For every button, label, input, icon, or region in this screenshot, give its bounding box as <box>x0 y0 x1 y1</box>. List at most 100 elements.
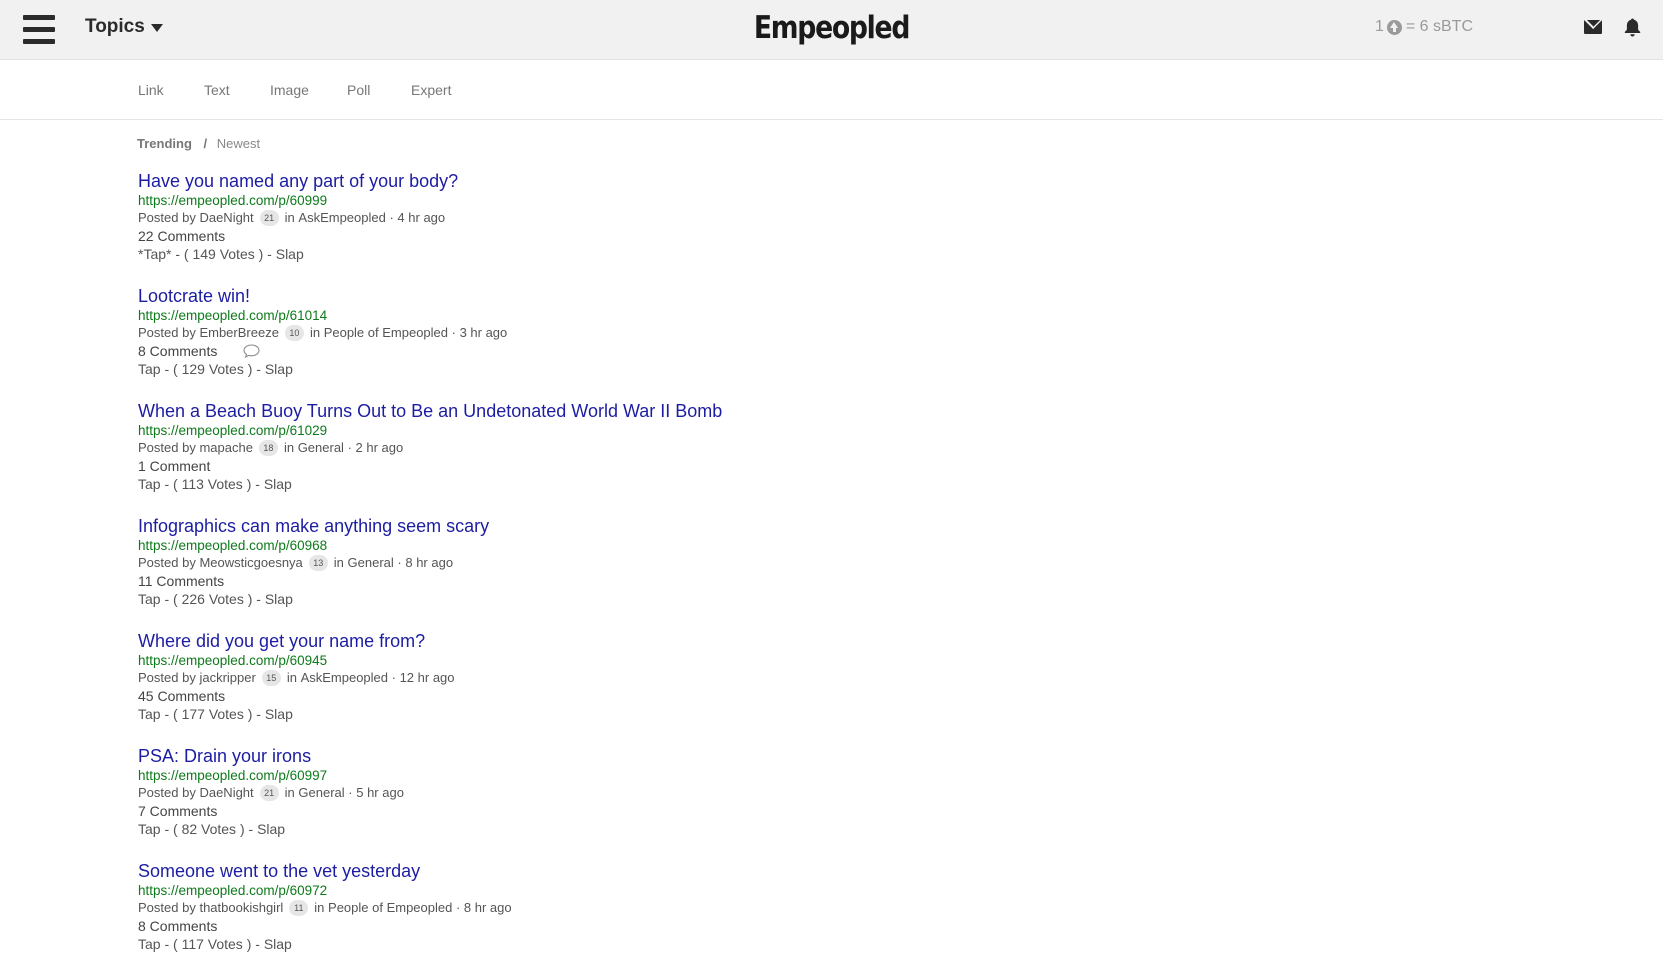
comments-link[interactable]: 7 Comments <box>138 802 217 820</box>
post-comments: 8 Comments <box>138 342 1538 360</box>
tap-button[interactable]: Tap <box>138 821 161 837</box>
post-author[interactable]: jackripper <box>199 669 255 687</box>
post-author[interactable]: Meowsticgoesnya <box>199 554 302 572</box>
post-item: PSA: Drain your irons https://empeopled.… <box>138 746 1538 861</box>
menu-icon[interactable] <box>23 15 55 44</box>
nav-expert[interactable]: Expert <box>411 82 451 98</box>
post-time: · 8 hr ago <box>397 555 454 570</box>
comment-icon[interactable] <box>243 344 260 358</box>
topics-dropdown[interactable]: Topics <box>85 16 163 38</box>
top-header: Topics Empeopled 1 = 6 sBTC <box>0 0 1663 60</box>
post-item: When a Beach Buoy Turns Out to Be an Und… <box>138 401 1538 516</box>
comments-link[interactable]: 22 Comments <box>138 227 225 245</box>
tap-button[interactable]: Tap <box>138 706 161 722</box>
post-title[interactable]: Where did you get your name from? <box>138 631 1538 652</box>
post-list: Have you named any part of your body? ht… <box>138 171 1538 976</box>
post-comments: 7 Comments <box>138 802 1538 820</box>
post-url[interactable]: https://empeopled.com/p/60945 <box>138 652 1538 669</box>
post-title[interactable]: When a Beach Buoy Turns Out to Be an Und… <box>138 401 1538 422</box>
rate-indicator: 1 = 6 sBTC <box>1375 18 1473 36</box>
brand-name[interactable]: Empeopled <box>754 10 911 46</box>
post-author[interactable]: EmberBreeze <box>199 324 278 342</box>
post-title[interactable]: Lootcrate win! <box>138 286 1538 307</box>
post-url[interactable]: https://empeopled.com/p/60972 <box>138 882 1538 899</box>
vote-count: - ( 129 Votes ) - <box>160 361 265 377</box>
post-votes: *Tap* - ( 149 Votes ) - Slap <box>138 245 1538 263</box>
comments-link[interactable]: 11 Comments <box>138 572 224 590</box>
slap-button[interactable]: Slap <box>264 476 292 492</box>
post-title[interactable]: Someone went to the vet yesterday <box>138 861 1538 882</box>
vote-count: - ( 149 Votes ) - <box>171 246 276 262</box>
posted-by-label: Posted by <box>138 555 196 570</box>
post-votes: Tap - ( 177 Votes ) - Slap <box>138 705 1538 723</box>
tap-button[interactable]: Tap <box>138 591 161 607</box>
post-topic[interactable]: People of Empeopled <box>328 899 452 917</box>
tap-button[interactable]: *Tap* <box>138 246 171 262</box>
in-label: in <box>286 670 297 685</box>
comments-link[interactable]: 8 Comments <box>138 342 217 360</box>
post-votes: Tap - ( 129 Votes ) - Slap <box>138 360 1538 378</box>
nav-poll[interactable]: Poll <box>347 82 370 98</box>
post-author[interactable]: DaeNight <box>199 209 253 227</box>
post-topic[interactable]: General <box>348 554 394 572</box>
slap-button[interactable]: Slap <box>265 706 293 722</box>
post-url[interactable]: https://empeopled.com/p/61029 <box>138 422 1538 439</box>
post-votes: Tap - ( 226 Votes ) - Slap <box>138 590 1538 608</box>
post-meta: Posted by jackripper 15 in AskEmpeopled · … <box>138 669 1538 687</box>
post-url[interactable]: https://empeopled.com/p/60997 <box>138 767 1538 784</box>
nav-text[interactable]: Text <box>204 82 230 98</box>
sort-separator: / <box>203 136 208 151</box>
post-title[interactable]: Have you named any part of your body? <box>138 171 1538 192</box>
tap-button[interactable]: Tap <box>138 936 161 952</box>
tap-button[interactable]: Tap <box>138 476 161 492</box>
post-author[interactable]: DaeNight <box>199 784 253 802</box>
post-topic[interactable]: General <box>298 784 344 802</box>
post-comments: 45 Comments <box>138 687 1538 705</box>
comments-link[interactable]: 45 Comments <box>138 687 225 705</box>
sort-selector: Trending / Newest <box>137 136 260 151</box>
slap-button[interactable]: Slap <box>265 591 293 607</box>
post-topic[interactable]: AskEmpeopled <box>298 209 385 227</box>
posted-by-label: Posted by <box>138 440 196 455</box>
bell-icon[interactable] <box>1624 18 1641 37</box>
slap-button[interactable]: Slap <box>265 361 293 377</box>
slap-button[interactable]: Slap <box>257 821 285 837</box>
post-votes: Tap - ( 113 Votes ) - Slap <box>138 475 1538 493</box>
upvote-coin-icon <box>1386 19 1402 35</box>
tap-button[interactable]: Tap <box>138 361 161 377</box>
nav-image[interactable]: Image <box>270 82 309 98</box>
slap-button[interactable]: Slap <box>276 246 304 262</box>
nav-link[interactable]: Link <box>138 82 164 98</box>
slap-button[interactable]: Slap <box>264 936 292 952</box>
karma-badge: 21 <box>259 785 279 801</box>
post-url[interactable]: https://empeopled.com/p/60999 <box>138 192 1538 209</box>
in-label: in <box>284 210 295 225</box>
post-topic[interactable]: General <box>298 439 344 457</box>
rate-suffix: = 6 sBTC <box>1405 18 1473 35</box>
post-author[interactable]: mapache <box>199 439 252 457</box>
posted-by-label: Posted by <box>138 210 196 225</box>
post-time: · 5 hr ago <box>348 785 404 800</box>
post-author[interactable]: thatbookishgirl <box>199 899 283 917</box>
sort-trending[interactable]: Trending <box>137 136 192 151</box>
post-url[interactable]: https://empeopled.com/p/61014 <box>138 307 1538 324</box>
post-title[interactable]: Infographics can make anything seem scar… <box>138 516 1538 537</box>
posted-by-label: Posted by <box>138 325 196 340</box>
post-topic[interactable]: AskEmpeopled <box>301 669 388 687</box>
post-item: Where did you get your name from? https:… <box>138 631 1538 746</box>
in-label: in <box>284 785 295 800</box>
mail-icon[interactable] <box>1584 20 1602 34</box>
post-item: Infographics can make anything seem scar… <box>138 516 1538 631</box>
post-topic[interactable]: People of Empeopled <box>324 324 448 342</box>
post-title[interactable]: PSA: Drain your irons <box>138 746 1538 767</box>
karma-badge: 21 <box>259 210 279 226</box>
post-time: · 4 hr ago <box>389 210 446 225</box>
sort-newest[interactable]: Newest <box>217 136 260 151</box>
comments-link[interactable]: 1 Comment <box>138 457 210 475</box>
post-url[interactable]: https://empeopled.com/p/60968 <box>138 537 1538 554</box>
in-label: in <box>309 325 321 340</box>
in-label: in <box>333 555 344 570</box>
post-votes: Tap - ( 82 Votes ) - Slap <box>138 820 1538 838</box>
post-meta: Posted by mapache 18 in General · 2 hr ago <box>138 439 1538 457</box>
comments-link[interactable]: 8 Comments <box>138 917 217 935</box>
